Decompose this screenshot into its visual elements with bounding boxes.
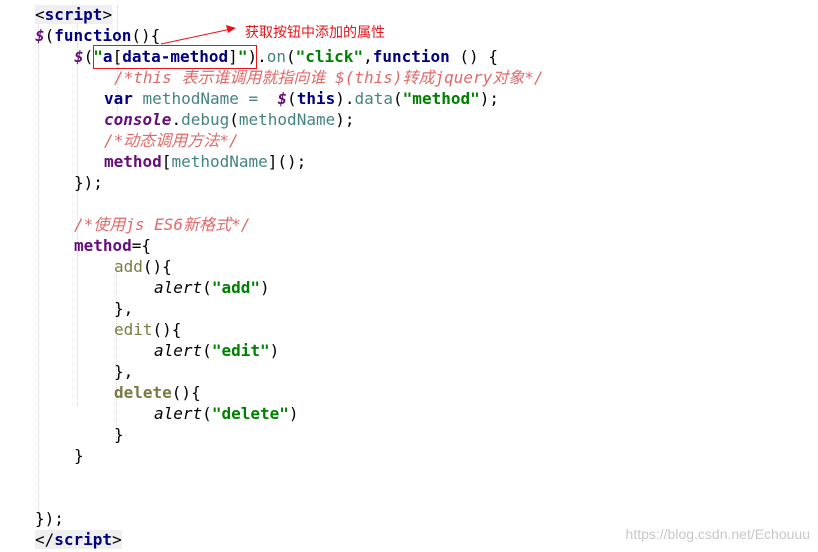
paren: ( [202, 278, 212, 297]
variable: methodName [238, 110, 336, 129]
paren: ( [202, 341, 212, 360]
string: "edit" [211, 341, 270, 360]
punct: ); [335, 110, 355, 129]
dot: . [171, 110, 182, 129]
watermark: https://blog.csdn.net/Echouuu [625, 526, 810, 542]
code-comment: /*动态调用方法*/ [104, 130, 239, 151]
method-call: data [354, 89, 394, 108]
punct: } [74, 446, 84, 465]
code-line: } [114, 424, 124, 445]
function-call: alert [154, 404, 203, 423]
code-comment: /*this 表示谁调用就指向谁 $(this)转成jquery对象*/ [114, 67, 544, 88]
string: "method" [402, 89, 480, 108]
code-line: }, [114, 298, 133, 319]
punct: ={ [131, 236, 152, 255]
code-line: alert("edit") [154, 340, 279, 361]
method-name: edit [114, 320, 153, 339]
punct: (){ [152, 320, 182, 339]
method-call: debug [181, 110, 230, 129]
code-line: delete(){ [114, 382, 201, 403]
code-line: }); [74, 172, 103, 193]
method-name: delete [114, 383, 172, 402]
code-line: add(){ [114, 256, 172, 277]
code-line: alert("add") [154, 277, 270, 298]
punct: }, [114, 362, 134, 381]
variable-method: method [74, 236, 132, 255]
paren: ) [259, 278, 270, 297]
variable: methodName = [132, 89, 268, 108]
punct: ); [479, 89, 499, 108]
code-line: }, [114, 361, 133, 382]
tag-name: script [54, 530, 113, 549]
paren: ) [269, 341, 280, 360]
tag-bracket: </ [35, 530, 55, 549]
code-line-script-close: </script> [35, 529, 122, 550]
code-editor[interactable]: <script> $(function(){ $("a[data-method]… [0, 0, 818, 552]
code-line: method[methodName](); [104, 151, 306, 172]
bracket: [ [161, 152, 172, 171]
punct: }); [35, 509, 64, 528]
code-line: console.debug(methodName); [104, 109, 354, 130]
comment: /*动态调用方法*/ [104, 131, 239, 150]
punct: (){ [171, 383, 201, 402]
punct: } [114, 425, 124, 444]
function-call: alert [154, 341, 203, 360]
code-line: edit(){ [114, 319, 181, 340]
paren: ( [229, 110, 239, 129]
punct: (){ [142, 257, 172, 276]
paren: ( [287, 89, 297, 108]
keyword: var [104, 89, 133, 108]
paren: ( [202, 404, 212, 423]
punct: }, [114, 299, 134, 318]
code-comment: /*使用js ES6新格式*/ [74, 214, 250, 235]
method-name: add [114, 257, 143, 276]
code-line: var methodName = $(this).data("method"); [104, 88, 499, 109]
paren: ) [335, 89, 345, 108]
function-call: alert [154, 278, 203, 297]
string: "delete" [211, 404, 289, 423]
code-line: } [74, 445, 84, 466]
tag-bracket: > [112, 530, 122, 549]
annotation-text: 获取按钮中添加的属性 [245, 25, 385, 41]
code-line: }); [35, 508, 64, 529]
paren: ) [288, 404, 299, 423]
console-object: console [104, 110, 172, 129]
comment: /*this 表示谁调用就指向谁 $(this)转成jquery对象*/ [114, 68, 544, 87]
string: "add" [211, 278, 260, 297]
punct: ](); [267, 152, 307, 171]
dot: . [344, 89, 355, 108]
variable: methodName [171, 152, 268, 171]
code-line: alert("delete") [154, 403, 299, 424]
keyword: this [296, 89, 336, 108]
variable-method: method [104, 152, 162, 171]
punct: }); [74, 173, 103, 192]
paren: ( [393, 89, 403, 108]
code-line: method={ [74, 235, 151, 256]
jquery-dollar: $ [277, 89, 288, 108]
comment: /*使用js ES6新格式*/ [74, 215, 251, 234]
